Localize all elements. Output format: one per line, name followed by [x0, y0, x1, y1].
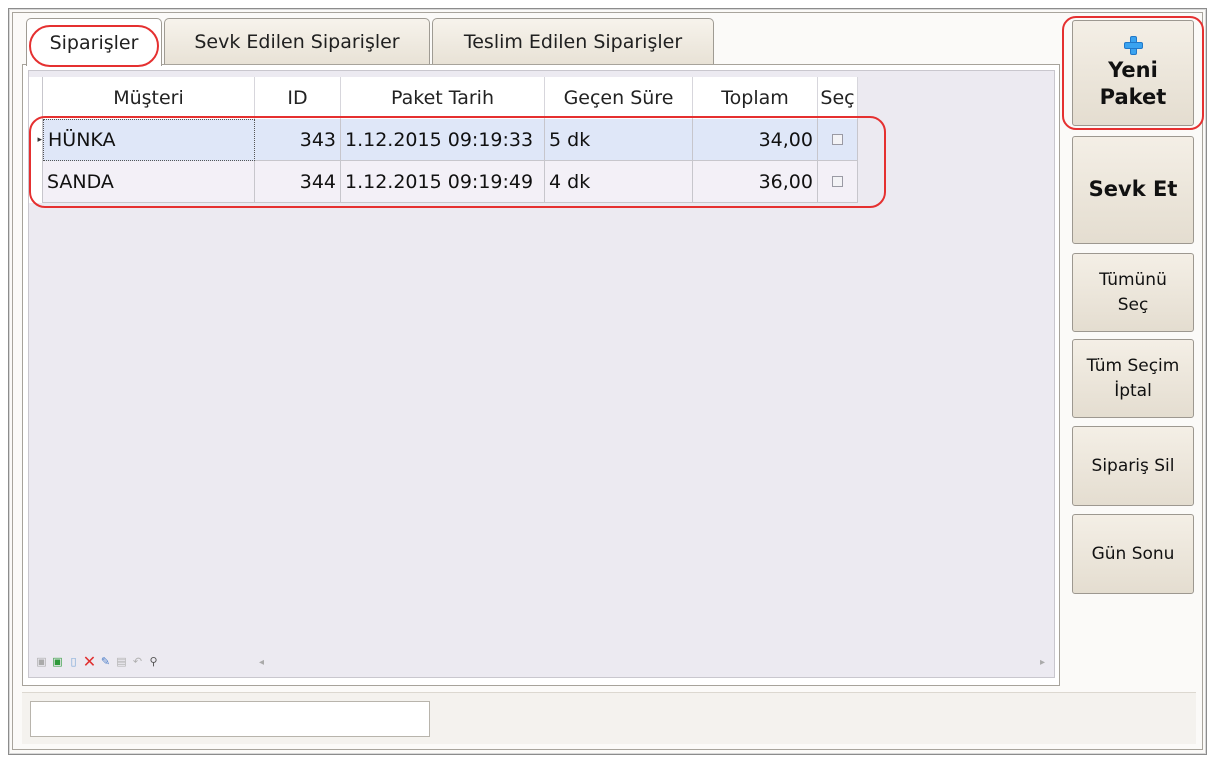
tab-label: Teslim Edilen Siparişler	[463, 30, 683, 53]
cell-paket-tarih[interactable]: 1.12.2015 09:19:33	[341, 119, 545, 161]
column-label: Geçen Süre	[563, 87, 674, 109]
tab-teslim-edilen[interactable]: Teslim Edilen Siparişler	[432, 18, 714, 64]
cell-toplam[interactable]: 34,00	[693, 119, 818, 161]
post-icon[interactable]: ▤	[115, 655, 128, 668]
new-package-button[interactable]: Yeni Paket	[1072, 20, 1194, 126]
column-label: Paket Tarih	[391, 87, 494, 109]
column-header-id[interactable]: ID	[255, 77, 341, 119]
delete-order-button[interactable]: Sipariş Sil	[1072, 426, 1194, 506]
cell-toplam[interactable]: 36,00	[693, 161, 818, 203]
column-header-paket-tarih[interactable]: Paket Tarih	[341, 77, 545, 119]
orders-grid[interactable]: Müşteri ID Paket Tarih Geçen Süre Toplam…	[28, 70, 1055, 678]
column-label: Müşteri	[113, 87, 184, 109]
scroll-left-icon[interactable]: ◂	[259, 657, 264, 668]
tab-label: Siparişler	[49, 31, 139, 54]
tab-sevk-edilen[interactable]: Sevk Edilen Siparişler	[164, 18, 430, 64]
header-indicator	[29, 77, 43, 119]
delete-icon[interactable]: ✕	[83, 652, 96, 671]
button-label: Yeni	[1108, 57, 1158, 82]
button-label: Seç	[1117, 294, 1149, 315]
tab-siparisler[interactable]: Siparişler	[26, 18, 162, 66]
cell-musteri[interactable]: HÜNKA	[43, 119, 255, 161]
scroll-right-icon[interactable]: ▸	[1040, 657, 1045, 668]
cell-id[interactable]: 344	[255, 161, 341, 203]
column-header-toplam[interactable]: Toplam	[693, 77, 818, 119]
plus-icon	[1123, 35, 1143, 55]
button-label: Gün Sonu	[1091, 543, 1175, 564]
column-header-sec[interactable]: Seç	[818, 77, 858, 119]
cell-musteri[interactable]: SANDA	[43, 161, 255, 203]
button-label: İptal	[1114, 380, 1152, 401]
column-label: Toplam	[721, 87, 789, 109]
cell-gecen-sure[interactable]: 4 dk	[545, 161, 693, 203]
grid-header: Müşteri ID Paket Tarih Geçen Süre Toplam…	[29, 77, 858, 119]
tab-label: Sevk Edilen Siparişler	[194, 30, 400, 53]
column-header-musteri[interactable]: Müşteri	[43, 77, 255, 119]
row-pointer-icon: ▸	[29, 119, 43, 161]
button-label: Sevk Et	[1088, 177, 1178, 202]
cell-sec[interactable]	[818, 119, 858, 161]
status-input[interactable]	[30, 701, 430, 737]
insert-icon[interactable]: ▯	[67, 655, 80, 668]
filter-icon[interactable]: ⚲	[147, 655, 160, 668]
column-header-gecen-sure[interactable]: Geçen Süre	[545, 77, 693, 119]
dispatch-button[interactable]: Sevk Et	[1072, 136, 1194, 244]
horizontal-scrollbar[interactable]: ◂ ▸	[255, 653, 1049, 671]
edit-icon[interactable]: ✎	[99, 655, 112, 668]
first-record-icon[interactable]: ▣	[35, 655, 48, 668]
select-checkbox[interactable]	[832, 134, 843, 145]
cell-gecen-sure[interactable]: 5 dk	[545, 119, 693, 161]
table-row[interactable]: ▸ HÜNKA 343 1.12.2015 09:19:33 5 dk 34,0…	[29, 119, 858, 161]
column-label: Seç	[820, 87, 855, 109]
select-checkbox[interactable]	[832, 176, 843, 187]
cell-sec[interactable]	[818, 161, 858, 203]
table-row[interactable]: SANDA 344 1.12.2015 09:19:49 4 dk 36,00	[29, 161, 858, 203]
button-label: Tümünü	[1099, 269, 1167, 290]
select-all-button[interactable]: Tümünü Seç	[1072, 253, 1194, 332]
append-icon[interactable]: ▣	[51, 655, 64, 668]
button-label: Paket	[1099, 85, 1167, 109]
end-of-day-button[interactable]: Gün Sonu	[1072, 514, 1194, 594]
cancel-icon[interactable]: ↶	[131, 655, 144, 668]
button-label: Tüm Seçim	[1086, 355, 1180, 376]
cell-id[interactable]: 343	[255, 119, 341, 161]
row-indicator	[29, 161, 43, 203]
button-label: Sipariş Sil	[1091, 455, 1175, 476]
column-label: ID	[287, 87, 308, 109]
cell-paket-tarih[interactable]: 1.12.2015 09:19:49	[341, 161, 545, 203]
deselect-all-button[interactable]: Tüm Seçim İptal	[1072, 339, 1194, 418]
